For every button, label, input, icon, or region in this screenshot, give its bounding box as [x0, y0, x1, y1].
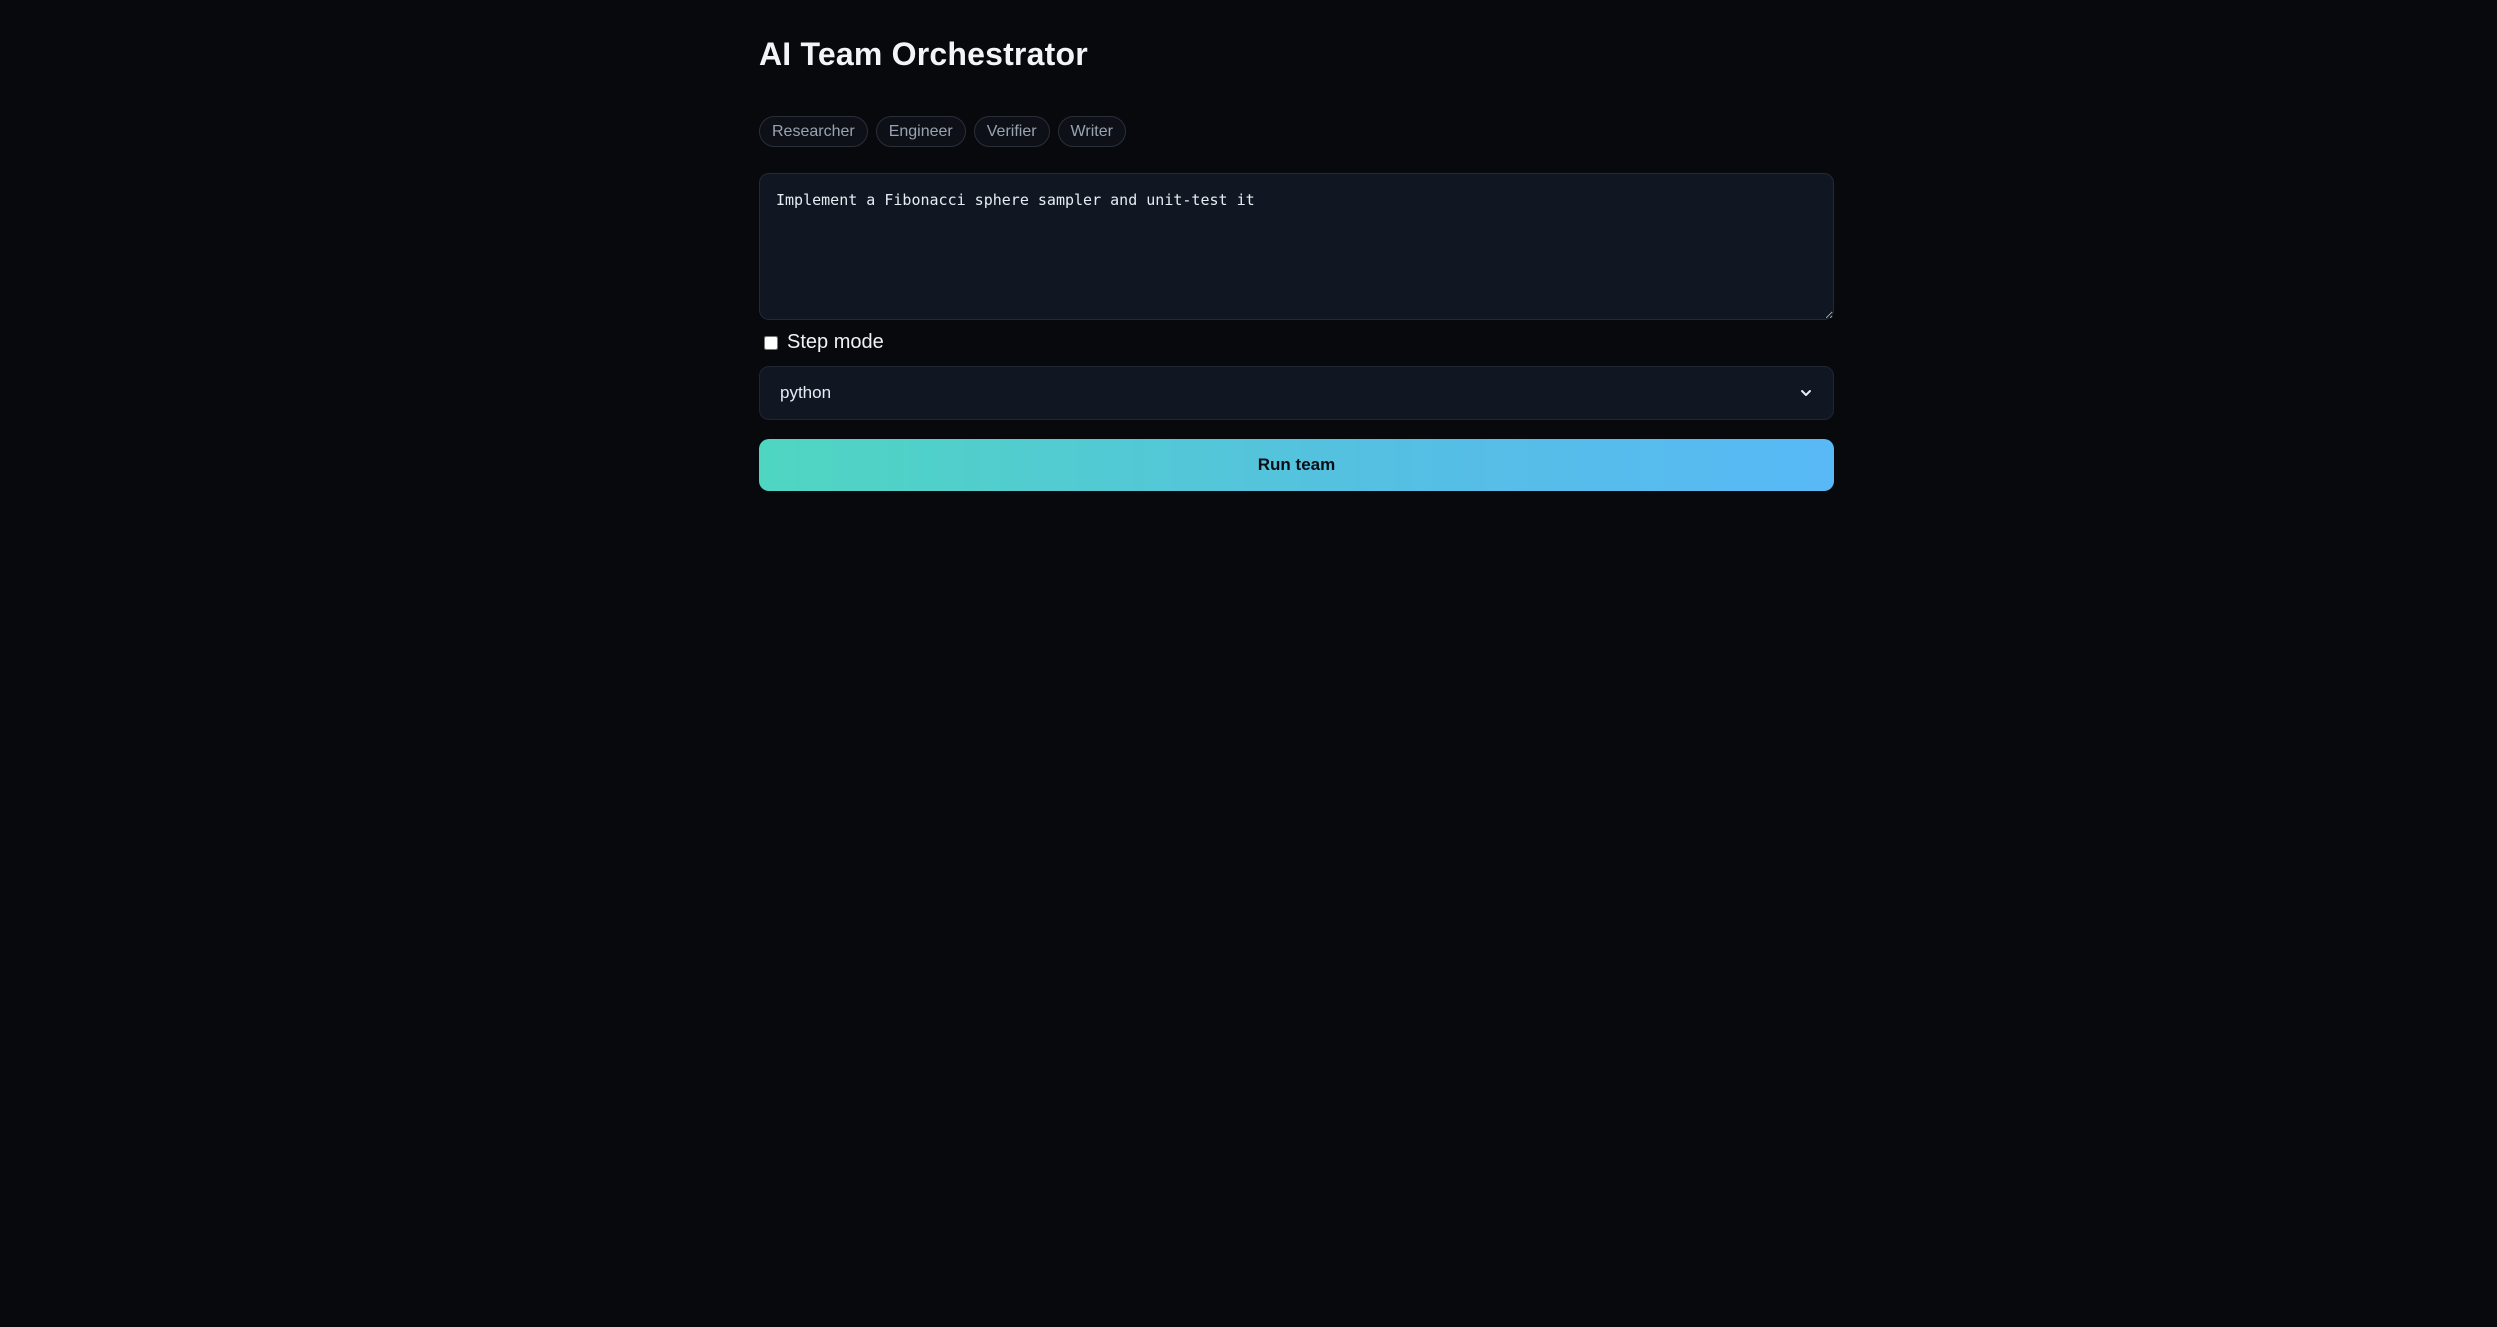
agent-chip-researcher[interactable]: Researcher: [759, 116, 868, 147]
step-mode-label: Step mode: [787, 331, 884, 353]
agent-chip-engineer[interactable]: Engineer: [875, 116, 966, 147]
chevron-down-icon: [1799, 386, 1813, 400]
run-team-button[interactable]: Run team: [759, 439, 1834, 491]
language-select-value: python: [780, 383, 832, 402]
agent-chips: Researcher Engineer Verifier Writer: [759, 116, 1126, 147]
agent-chip-verifier[interactable]: Verifier: [973, 116, 1050, 147]
page-title: AI Team Orchestrator: [759, 36, 1088, 72]
step-mode-checkbox[interactable]: [764, 335, 778, 350]
language-select[interactable]: python: [759, 366, 1834, 420]
task-input[interactable]: Implement a Fibonacci sphere sampler and…: [759, 173, 1834, 320]
step-mode-row: Step mode: [764, 331, 884, 354]
agent-chip-writer[interactable]: Writer: [1057, 116, 1126, 147]
